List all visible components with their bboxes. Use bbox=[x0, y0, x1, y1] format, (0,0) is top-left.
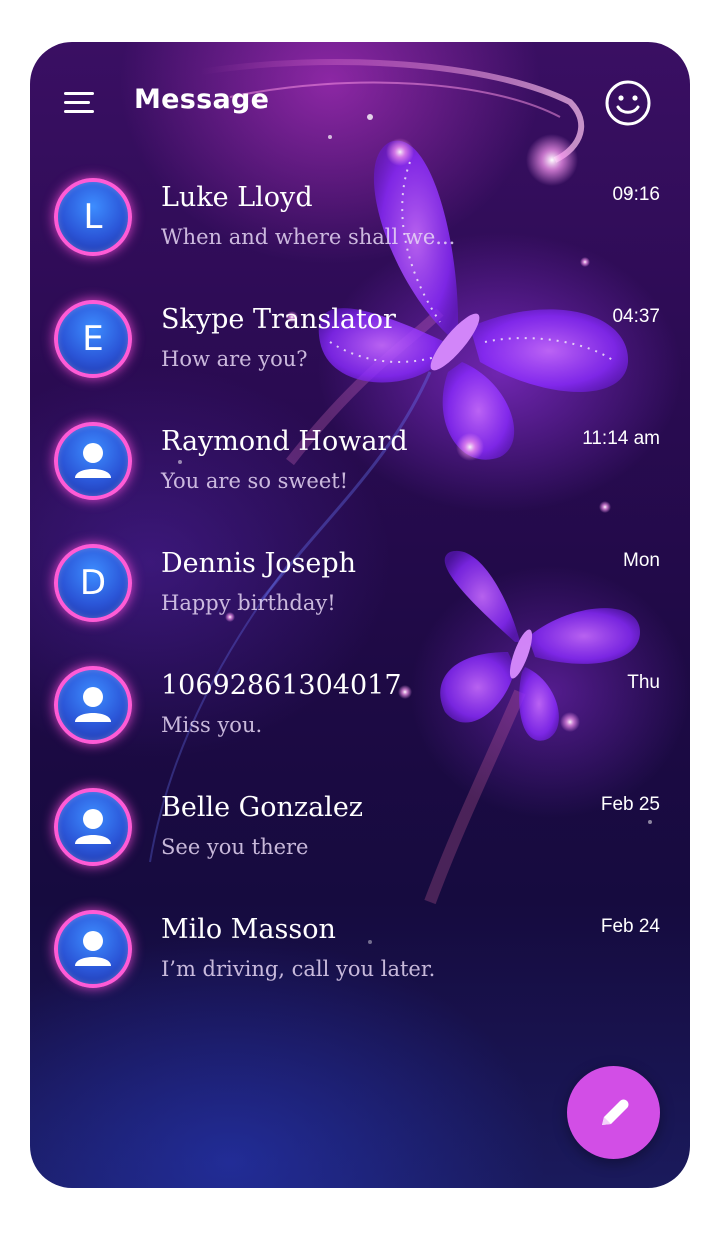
message-preview: See you there bbox=[161, 835, 309, 859]
smiley-face-icon[interactable] bbox=[604, 79, 652, 127]
avatar bbox=[54, 910, 132, 988]
avatar-initial: L bbox=[83, 197, 103, 237]
message-preview: You are so sweet! bbox=[161, 469, 349, 493]
avatar bbox=[54, 666, 132, 744]
contact-name: Milo Masson bbox=[161, 914, 336, 945]
person-icon bbox=[75, 931, 111, 966]
avatar: D bbox=[54, 544, 132, 622]
compose-button[interactable] bbox=[567, 1066, 660, 1159]
message-preview: Happy birthday! bbox=[161, 591, 336, 615]
avatar: L bbox=[54, 178, 132, 256]
message-time: 09:16 bbox=[612, 184, 660, 205]
conversation-row[interactable]: Milo Masson I’m driving, call you later.… bbox=[30, 904, 690, 1026]
conversation-row[interactable]: E Skype Translator How are you? 04:37 bbox=[30, 294, 690, 416]
avatar-initial: D bbox=[79, 563, 107, 603]
person-icon bbox=[75, 687, 111, 722]
conversation-row[interactable]: D Dennis Joseph Happy birthday! Mon bbox=[30, 538, 690, 660]
message-preview: Miss you. bbox=[161, 713, 263, 737]
person-icon bbox=[75, 809, 111, 844]
contact-name: Luke Lloyd bbox=[161, 182, 313, 213]
avatar-initial: E bbox=[82, 319, 104, 359]
conversation-row[interactable]: 10692861304017 Miss you. Thu bbox=[30, 660, 690, 782]
message-preview: When and where shall we... bbox=[161, 225, 456, 249]
message-preview: I’m driving, call you later. bbox=[161, 957, 436, 981]
message-time: Thu bbox=[627, 672, 660, 693]
hamburger-menu-icon[interactable] bbox=[64, 90, 96, 116]
pencil-compose-icon bbox=[601, 1099, 628, 1125]
contact-name: Belle Gonzalez bbox=[161, 792, 364, 823]
person-icon bbox=[75, 443, 111, 478]
message-time: Mon bbox=[623, 550, 660, 571]
message-time: 04:37 bbox=[612, 306, 660, 327]
app-header: Message bbox=[30, 42, 690, 172]
avatar: E bbox=[54, 300, 132, 378]
avatar bbox=[54, 788, 132, 866]
conversation-row[interactable]: L Luke Lloyd When and where shall we... … bbox=[30, 172, 690, 294]
phone-screen: Message L Luke Lloyd When and where shal… bbox=[30, 42, 690, 1188]
contact-name: Dennis Joseph bbox=[161, 548, 357, 579]
conversation-row[interactable]: Belle Gonzalez See you there Feb 25 bbox=[30, 782, 690, 904]
page-title: Message bbox=[134, 84, 270, 115]
message-time: 11:14 am bbox=[582, 428, 660, 449]
avatar bbox=[54, 422, 132, 500]
contact-name: 10692861304017 bbox=[161, 670, 402, 701]
message-time: Feb 25 bbox=[600, 794, 660, 815]
contact-name: Raymond Howard bbox=[161, 426, 408, 457]
message-time: Feb 24 bbox=[600, 916, 660, 937]
conversation-row[interactable]: Raymond Howard You are so sweet! 11:14 a… bbox=[30, 416, 690, 538]
message-preview: How are you? bbox=[161, 347, 308, 371]
contact-name: Skype Translator bbox=[161, 304, 396, 335]
